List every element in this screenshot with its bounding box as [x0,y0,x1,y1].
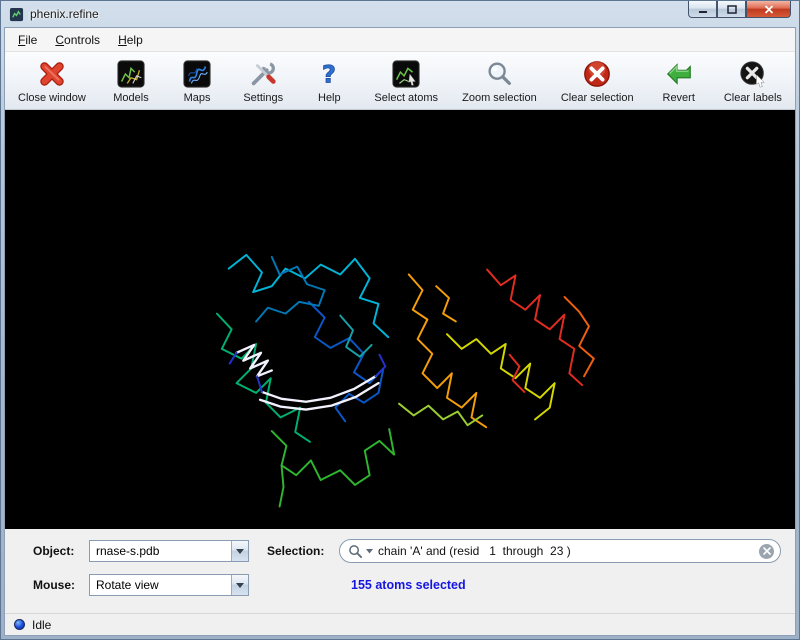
revert-icon [664,57,694,91]
mouse-mode-dropdown[interactable]: Rotate view [89,574,249,596]
toolbar-button-zoom-selection[interactable]: Zoom selection [459,56,540,107]
zoom-selection-icon [484,57,514,91]
toolbar-button-select-atoms[interactable]: Select atoms [371,56,441,107]
chevron-down-icon [231,541,248,561]
statusbar: Idle [5,613,795,635]
toolbar-button-maps[interactable]: Maps [173,56,221,107]
close-button[interactable] [746,1,791,18]
mouse-label: Mouse: [33,578,89,592]
chevron-down-icon [231,575,248,595]
titlebar[interactable]: phenix.refine [1,1,799,27]
clear-labels-icon [738,57,768,91]
search-menu-caret-icon[interactable] [366,548,373,554]
toolbar-button-models[interactable]: Models [107,56,155,107]
selection-searchbox [339,539,781,563]
control-panel: Object: rnase-s.pdb Selection: [5,529,795,613]
toolbar-button-clear-selection[interactable]: Clear selection [558,56,637,107]
object-dropdown-value: rnase-s.pdb [96,544,231,558]
toolbar: Close window Models [5,52,795,110]
molecule-viewport[interactable] [5,110,795,529]
maximize-button[interactable] [717,1,746,18]
atoms-selected-text: 155 atoms selected [351,578,466,592]
menu-controls[interactable]: Controls [46,28,109,51]
window-title: phenix.refine [30,7,99,21]
toolbar-label: Settings [243,92,283,104]
toolbar-label: Maps [184,92,211,104]
toolbar-label: Models [113,92,148,104]
toolbar-button-help[interactable]: ? Help [305,56,353,107]
minimize-button[interactable] [688,1,717,18]
close-window-icon [37,57,67,91]
app-window: phenix.refine File Controls Help [0,0,800,640]
client-area: File Controls Help Close window [4,27,796,636]
molecule-render [5,110,795,529]
status-text: Idle [32,618,51,632]
toolbar-label: Select atoms [374,92,438,104]
toolbar-label: Clear labels [724,92,782,104]
settings-icon [248,57,278,91]
clear-input-icon[interactable] [759,544,774,559]
object-label: Object: [33,544,89,558]
toolbar-label: Close window [18,92,86,104]
status-indicator-icon [14,619,25,630]
toolbar-button-settings[interactable]: Settings [239,56,287,107]
object-dropdown[interactable]: rnase-s.pdb [89,540,249,562]
clear-selection-icon [582,57,612,91]
menu-help[interactable]: Help [109,28,152,51]
toolbar-label: Zoom selection [462,92,537,104]
svg-text:?: ? [322,59,336,88]
selection-label: Selection: [267,544,339,558]
toolbar-label: Help [318,92,341,104]
toolbar-label: Revert [663,92,695,104]
window-icon [9,7,24,22]
search-icon[interactable] [348,544,363,559]
maps-icon [182,57,212,91]
toolbar-button-revert[interactable]: Revert [655,56,703,107]
select-atoms-icon [391,57,421,91]
models-icon [116,57,146,91]
help-icon: ? [314,57,344,91]
mouse-mode-dropdown-value: Rotate view [96,578,231,592]
toolbar-button-clear-labels[interactable]: Clear labels [721,56,785,107]
menubar: File Controls Help [5,28,795,52]
selection-input[interactable] [376,543,756,559]
toolbar-button-close-window[interactable]: Close window [15,56,89,107]
window-controls [688,1,791,18]
menu-file[interactable]: File [9,28,46,51]
toolbar-label: Clear selection [561,92,634,104]
